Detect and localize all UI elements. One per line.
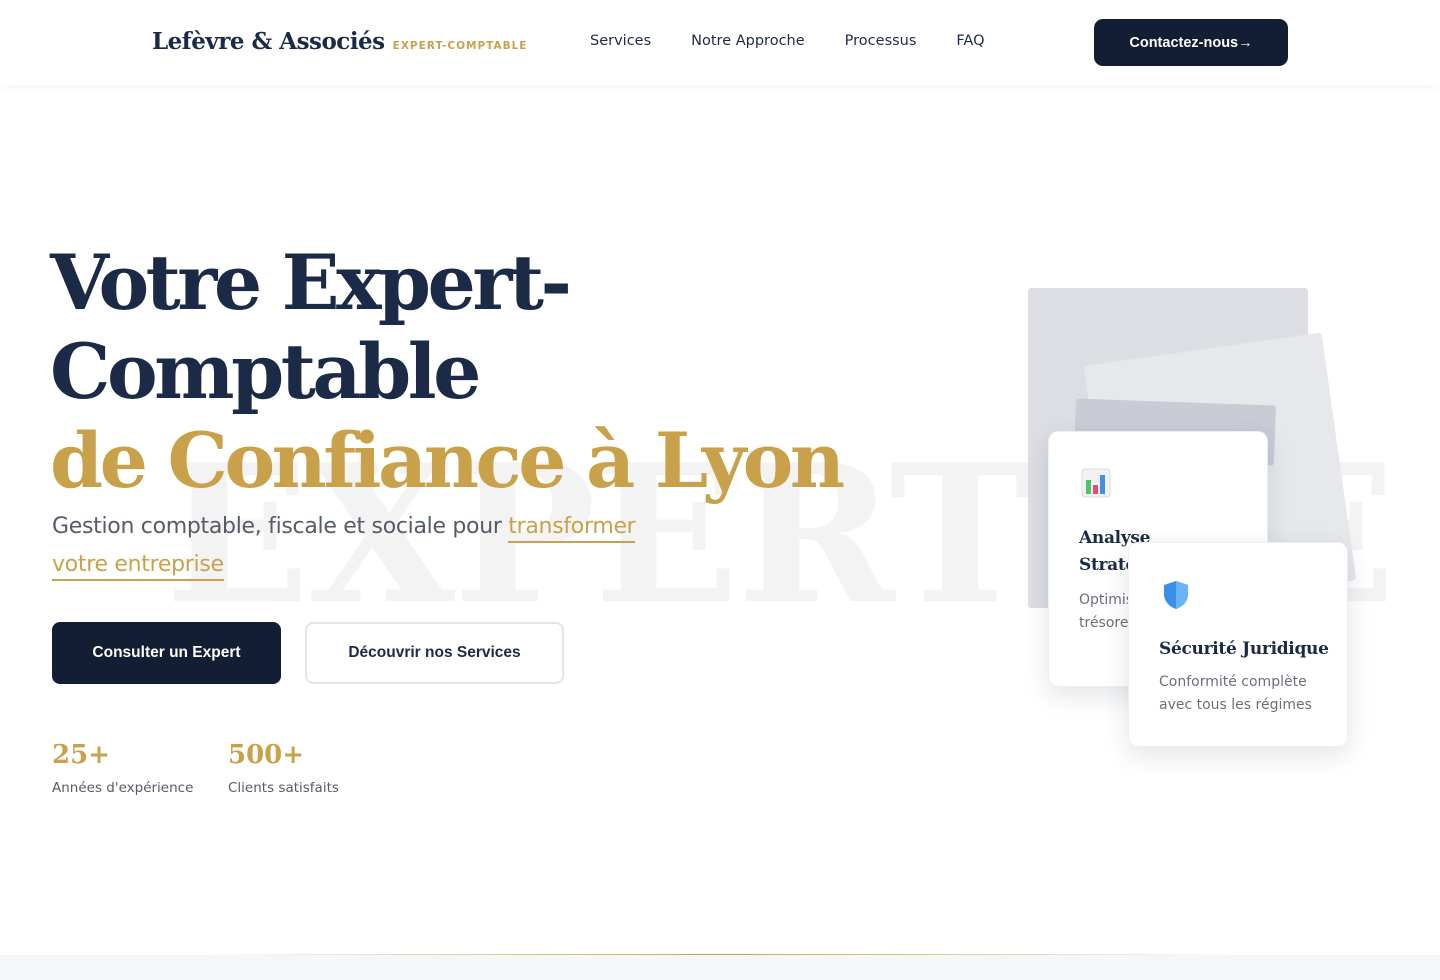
hero-title-line2: Comptable (50, 327, 481, 416)
consult-expert-button[interactable]: Consulter un Expert (52, 622, 281, 684)
discover-services-button[interactable]: Découvrir nos Services (305, 622, 564, 684)
stat-years-label: Années d'expérience (52, 780, 194, 796)
stat-clients-label: Clients satisfaits (228, 780, 339, 796)
nav-processus[interactable]: Processus (845, 33, 917, 49)
hero-title: Votre Expert- Comptable de Confiance à L… (50, 238, 845, 505)
stat-years-value: 25+ (52, 740, 110, 770)
hero-subtitle-text: Gestion comptable, fiscale et sociale po… (52, 514, 509, 539)
shield-icon (1161, 579, 1193, 611)
bar-chart-icon (1081, 468, 1113, 500)
main-nav: Services Notre Approche Processus FAQ (590, 33, 985, 49)
contact-button[interactable]: Contactez-nous→ (1094, 19, 1288, 66)
next-section-strip (0, 955, 1440, 980)
stat-years: 25+ Années d'expérience (52, 740, 193, 796)
site-header: Lefèvre & Associés EXPERT-COMPTABLE Serv… (0, 0, 1440, 85)
hero-title-line3: de Confiance à Lyon (50, 416, 845, 505)
feature-card-security: Sécurité Juridique Conformité complète a… (1128, 542, 1348, 747)
hero-title-line1: Votre Expert- (50, 238, 572, 327)
logo[interactable]: Lefèvre & Associés EXPERT-COMPTABLE (152, 28, 527, 55)
hero-subtitle-highlight-1: transformer (508, 514, 636, 543)
nav-services[interactable]: Services (590, 33, 651, 49)
card-security-title: Sécurité Juridique (1159, 639, 1329, 659)
nav-notre-approche[interactable]: Notre Approche (691, 33, 805, 49)
card-security-desc: Conformité complète avec tous les régime… (1159, 674, 1312, 713)
stat-clients-value: 500+ (228, 740, 305, 770)
nav-faq[interactable]: FAQ (956, 33, 984, 49)
hero-subtitle-highlight-2: votre entreprise (52, 552, 224, 581)
hero-subtitle: Gestion comptable, fiscale et sociale po… (52, 508, 672, 584)
logo-tagline: EXPERT-COMPTABLE (392, 40, 528, 52)
stat-clients: 500+ Clients satisfaits (228, 740, 339, 796)
logo-name: Lefèvre & Associés (152, 28, 385, 55)
